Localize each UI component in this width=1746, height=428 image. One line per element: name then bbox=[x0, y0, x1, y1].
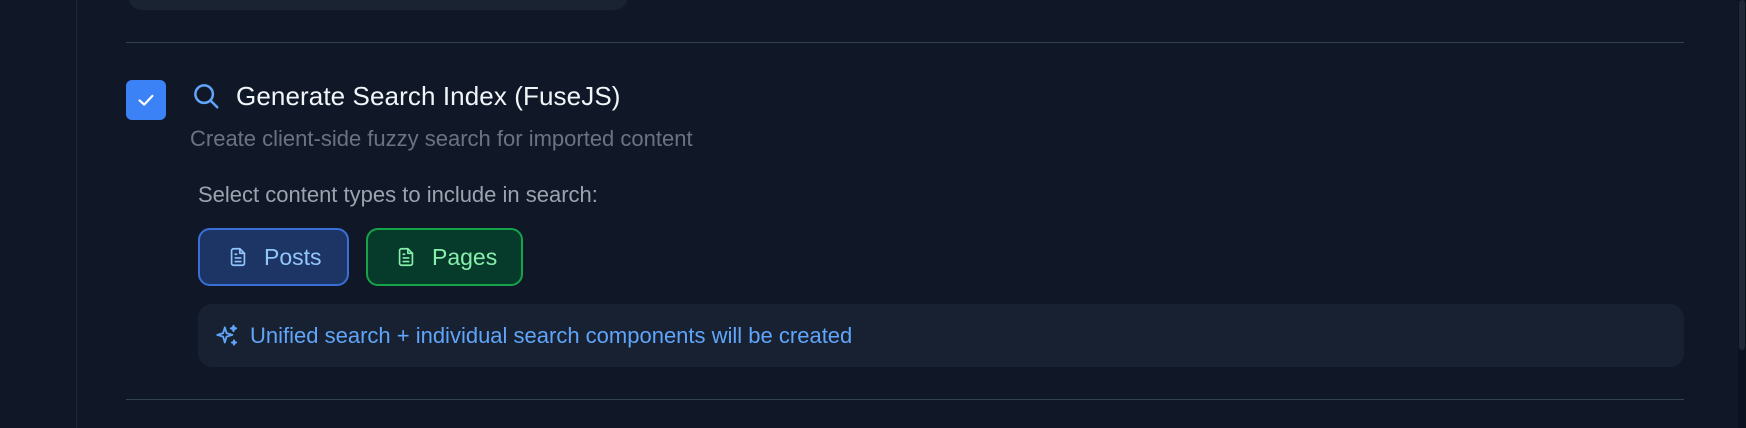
option-description: Create client-side fuzzy search for impo… bbox=[190, 126, 693, 151]
content-type-chip-posts[interactable]: Posts bbox=[198, 228, 349, 286]
document-icon bbox=[226, 245, 250, 269]
previous-section-card bbox=[128, 0, 628, 10]
content-type-chip-pages[interactable]: Pages bbox=[366, 228, 523, 286]
info-callout: Unified search + individual search compo… bbox=[198, 304, 1684, 367]
scrollbar-thumb[interactable] bbox=[1739, 0, 1745, 350]
search-index-checkbox[interactable] bbox=[126, 80, 166, 120]
document-icon bbox=[394, 245, 418, 269]
info-text: Unified search + individual search compo… bbox=[250, 322, 853, 348]
chip-label: Posts bbox=[264, 243, 322, 270]
scrollbar[interactable] bbox=[1738, 0, 1746, 428]
search-icon bbox=[190, 80, 222, 112]
page: Generate Search Index (FuseJS) Create cl… bbox=[0, 0, 1746, 428]
chip-label: Pages bbox=[432, 243, 498, 270]
option-title-row: Generate Search Index (FuseJS) bbox=[190, 78, 621, 114]
section-divider-top bbox=[126, 42, 1684, 43]
section-divider-bottom bbox=[126, 399, 1684, 400]
option-title: Generate Search Index (FuseJS) bbox=[236, 80, 621, 111]
checkmark-icon bbox=[138, 94, 154, 106]
sparkles-icon bbox=[214, 323, 240, 349]
sidebar-border bbox=[76, 0, 77, 428]
content-types-label: Select content types to include in searc… bbox=[198, 182, 598, 207]
